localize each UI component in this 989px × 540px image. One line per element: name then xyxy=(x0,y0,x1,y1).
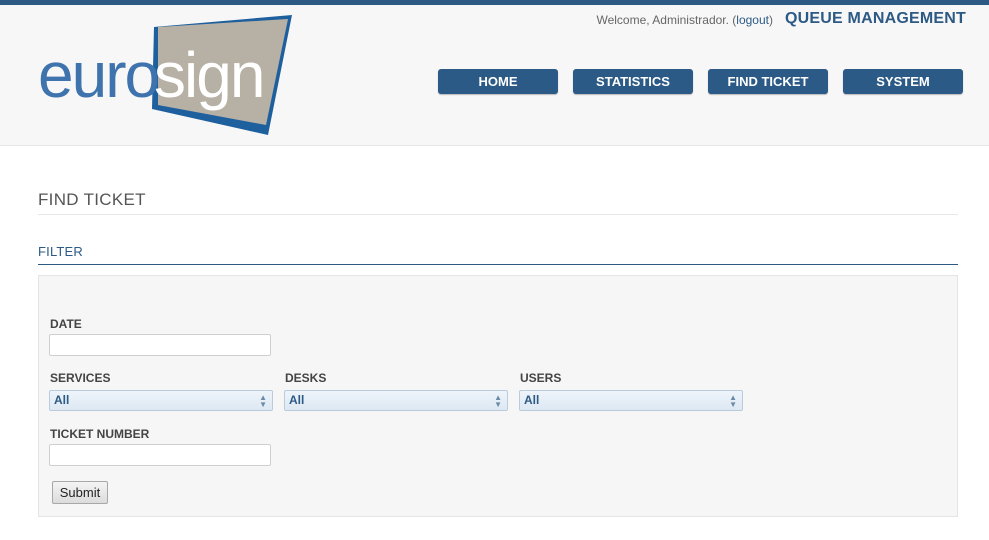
logo-sign-text: sign xyxy=(154,39,263,111)
date-input[interactable] xyxy=(49,334,271,356)
ticket-number-label: TICKET NUMBER xyxy=(50,427,150,441)
users-label: USERS xyxy=(520,371,562,385)
submit-button[interactable]: Submit xyxy=(52,481,108,504)
desks-selected-value: All xyxy=(289,393,305,407)
logo-euro-text: euro xyxy=(38,39,158,111)
nav-statistics-button[interactable]: STATISTICS xyxy=(573,69,693,94)
ticket-number-input[interactable] xyxy=(49,444,271,466)
desks-label: DESKS xyxy=(285,371,327,385)
users-selected-value: All xyxy=(524,393,540,407)
welcome-text: Welcome, Administrador. ( xyxy=(596,13,737,27)
date-label: DATE xyxy=(50,317,82,331)
logout-link[interactable]: logout xyxy=(736,13,769,27)
services-selected-value: All xyxy=(54,393,70,407)
title-divider xyxy=(38,214,958,215)
welcome-message: Welcome, Administrador. (logout) xyxy=(596,13,773,27)
filter-section-divider xyxy=(38,264,958,265)
users-select[interactable]: All ▲ ▼ xyxy=(519,390,743,411)
desks-select[interactable]: All ▲ ▼ xyxy=(284,390,508,411)
updown-arrow-icon: ▲ ▼ xyxy=(729,393,737,409)
services-label: SERVICES xyxy=(50,371,111,385)
nav-system-button[interactable]: SYSTEM xyxy=(843,69,963,94)
nav-home-button[interactable]: HOME xyxy=(438,69,558,94)
updown-arrow-icon: ▲ ▼ xyxy=(259,393,267,409)
services-select[interactable]: All ▲ ▼ xyxy=(49,390,273,411)
app-title: QUEUE MANAGEMENT xyxy=(785,10,966,27)
eurosign-logo: euro sign xyxy=(38,15,292,135)
nav-find-ticket-button[interactable]: FIND TICKET xyxy=(708,69,828,94)
header: euro sign Welcome, Administrador. (logou… xyxy=(0,5,989,146)
welcome-suffix: ) xyxy=(769,13,773,27)
page-title: FIND TICKET xyxy=(38,190,146,209)
updown-arrow-icon: ▲ ▼ xyxy=(494,393,502,409)
filter-section-title: FILTER xyxy=(38,244,84,259)
